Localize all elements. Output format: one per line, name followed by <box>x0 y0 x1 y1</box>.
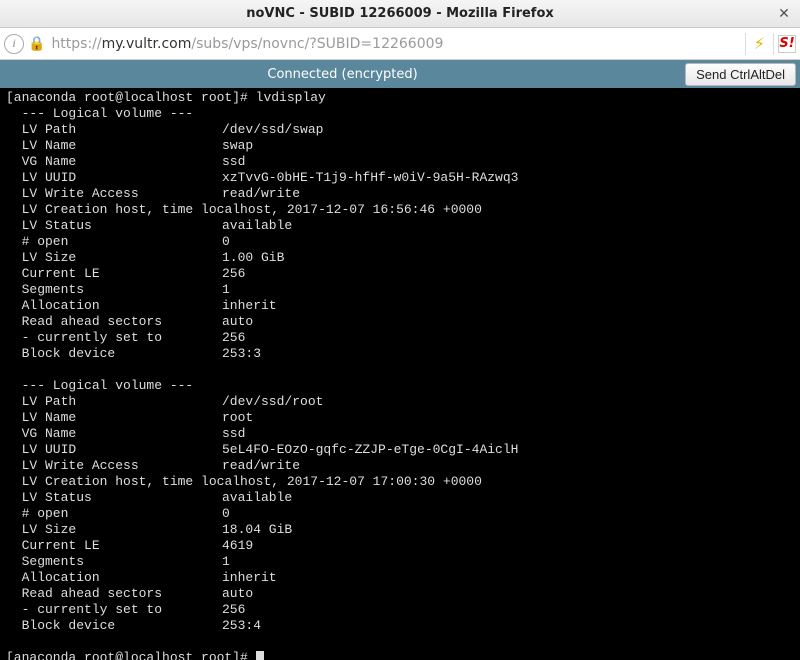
terminal-line: - currently set to256 <box>6 602 794 618</box>
terminal-line: VG Namessd <box>6 426 794 442</box>
cursor <box>256 651 264 660</box>
terminal-line: Segments1 <box>6 282 794 298</box>
vnc-status-text: Connected (encrypted) <box>0 67 685 82</box>
terminal-prompt: [anaconda root@localhost root]# lvdispla… <box>6 90 794 106</box>
url-host: my.vultr.com <box>102 36 192 52</box>
terminal-line: --- Logical volume --- <box>6 378 794 394</box>
terminal-line: Allocationinherit <box>6 298 794 314</box>
stylish-icon[interactable]: S! <box>778 35 796 53</box>
terminal-line <box>6 362 794 378</box>
terminal-line: LV Nameroot <box>6 410 794 426</box>
terminal-line: LV Write Accessread/write <box>6 458 794 474</box>
terminal-line: LV Path/dev/ssd/swap <box>6 122 794 138</box>
terminal-line: - currently set to256 <box>6 330 794 346</box>
terminal-line: LV Creation host, time localhost, 2017-1… <box>6 474 794 490</box>
terminal-line: LV Statusavailable <box>6 490 794 506</box>
terminal-line: LV Creation host, time localhost, 2017-1… <box>6 202 794 218</box>
terminal-line: VG Namessd <box>6 154 794 170</box>
bolt-icon[interactable]: ⚡ <box>750 34 769 53</box>
terminal-line <box>6 634 794 650</box>
url-bar: i 🔒 https://my.vultr.com/subs/vps/novnc/… <box>0 28 800 60</box>
terminal-line: Current LE4619 <box>6 538 794 554</box>
terminal-line: LV Nameswap <box>6 138 794 154</box>
url-path: /subs/vps/novnc/?SUBID=12266009 <box>191 36 443 52</box>
window-title: noVNC - SUBID 12266009 - Mozilla Firefox <box>246 6 554 21</box>
terminal-line: # open0 <box>6 234 794 250</box>
lock-icon[interactable]: 🔒 <box>28 36 45 52</box>
terminal-line: LV Path/dev/ssd/root <box>6 394 794 410</box>
terminal-line: LV Size1.00 GiB <box>6 250 794 266</box>
url-scheme: https:// <box>51 36 101 52</box>
terminal-line: Read ahead sectorsauto <box>6 586 794 602</box>
terminal-line: LV UUIDxzTvvG-0bHE-T1j9-hfHf-w0iV-9a5H-R… <box>6 170 794 186</box>
terminal-line: Segments1 <box>6 554 794 570</box>
close-icon[interactable]: ✕ <box>774 4 794 24</box>
terminal-line: Current LE256 <box>6 266 794 282</box>
terminal-line: LV Size18.04 GiB <box>6 522 794 538</box>
window-titlebar: noVNC - SUBID 12266009 - Mozilla Firefox… <box>0 0 800 28</box>
terminal-line: Block device253:3 <box>6 346 794 362</box>
terminal-line: Block device253:4 <box>6 618 794 634</box>
site-info-icon[interactable]: i <box>4 34 24 54</box>
terminal-line: LV UUID5eL4FO-EOzO-gqfc-ZZJP-eTge-0CgI-4… <box>6 442 794 458</box>
terminal-line: LV Statusavailable <box>6 218 794 234</box>
divider <box>745 33 746 55</box>
terminal-line: Allocationinherit <box>6 570 794 586</box>
terminal-line: LV Write Accessread/write <box>6 186 794 202</box>
divider <box>773 33 774 55</box>
terminal-prompt[interactable]: [anaconda root@localhost root]# <box>6 650 794 660</box>
terminal-line: Read ahead sectorsauto <box>6 314 794 330</box>
send-ctrlaltdel-button[interactable]: Send CtrlAltDel <box>685 63 796 86</box>
terminal-line: # open0 <box>6 506 794 522</box>
terminal-output[interactable]: [anaconda root@localhost root]# lvdispla… <box>0 88 800 660</box>
url-input[interactable]: https://my.vultr.com/subs/vps/novnc/?SUB… <box>49 36 740 52</box>
terminal-line: --- Logical volume --- <box>6 106 794 122</box>
vnc-status-bar: Connected (encrypted) Send CtrlAltDel <box>0 60 800 88</box>
